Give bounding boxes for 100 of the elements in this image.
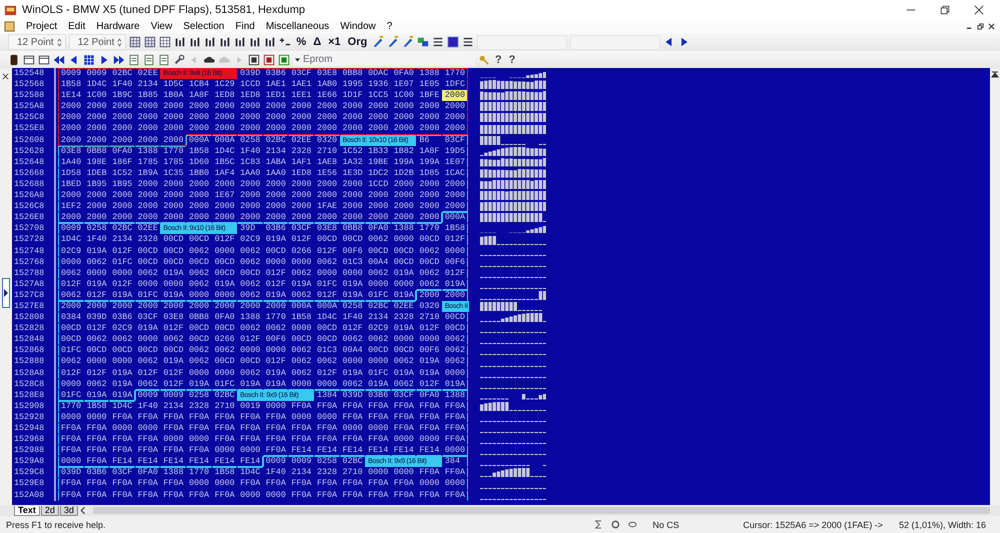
book-icon[interactable]	[8, 54, 20, 66]
wrench-icon[interactable]	[173, 54, 185, 66]
help-button[interactable]: ?	[493, 54, 504, 66]
plus-minus-icon[interactable]	[279, 36, 292, 48]
rows-icon[interactable]	[462, 36, 474, 48]
hex-cell-text: 0266	[214, 334, 236, 346]
columns-icon[interactable]	[234, 36, 246, 48]
menu-item[interactable]: Selection	[183, 21, 224, 32]
document-icon[interactable]	[143, 54, 155, 66]
hex-cell: 2000	[314, 123, 340, 135]
window-icon[interactable]	[38, 54, 50, 66]
menu-item[interactable]: Edit	[68, 21, 86, 32]
menu-item[interactable]: Window	[340, 21, 376, 32]
hex-cell-text: 1E67	[214, 190, 236, 202]
arrow-right-icon[interactable]	[113, 54, 125, 66]
hex-cell: 384	[442, 456, 468, 468]
color-swatch-icon[interactable]	[447, 36, 460, 48]
columns-icon[interactable]	[204, 36, 216, 48]
hex-cell: 2000	[390, 212, 416, 224]
hex-cell: 01FC	[134, 290, 160, 301]
hex-cell-text: 2000	[86, 112, 108, 124]
row-address: 1528C8	[13, 378, 46, 390]
caret-icon[interactable]	[295, 58, 300, 62]
restore-icon[interactable]	[977, 23, 984, 30]
framed-box-icon[interactable]	[248, 54, 260, 66]
maximize-icon[interactable]	[940, 5, 950, 15]
arrow-left-icon[interactable]	[53, 54, 65, 66]
grid-icon[interactable]	[129, 36, 142, 48]
grid-icon[interactable]	[144, 36, 156, 48]
menu-item[interactable]: Miscellaneous	[266, 21, 330, 32]
hex-cell-text: 2134	[136, 79, 159, 90]
framed-box-icon[interactable]	[263, 54, 275, 66]
hex-cell-text: 0062	[290, 356, 312, 368]
pencil-icon[interactable]	[372, 36, 384, 48]
columns-icon[interactable]	[189, 36, 202, 48]
hex-cell-text: 2328	[290, 146, 312, 157]
hex-cell: 03E8	[314, 68, 340, 80]
spinner-icon[interactable]	[117, 38, 122, 46]
table-icon[interactable]	[159, 36, 172, 48]
document-icon[interactable]	[128, 54, 140, 66]
row-address: 1527A8	[13, 278, 46, 290]
toolbar-button[interactable]: Org	[346, 36, 370, 48]
menu-item[interactable]: ?	[386, 21, 392, 32]
pencil-icon[interactable]	[402, 36, 414, 48]
hex-cell-text: 00CD	[188, 323, 210, 334]
row-address: 152608	[13, 134, 46, 146]
window-icon[interactable]	[23, 54, 35, 66]
columns-icon[interactable]	[219, 36, 232, 48]
swap-icon[interactable]	[417, 36, 430, 48]
hex-cell-text: 01C3	[316, 345, 338, 356]
view-tab[interactable]: Text	[14, 506, 40, 516]
hex-cell: 0009	[262, 456, 288, 468]
hex-cell: 2000	[134, 212, 160, 224]
view-tab[interactable]: 3d	[60, 506, 78, 516]
hex-cell-text: 1AF1	[290, 156, 312, 168]
hex-cell-text: 0000	[136, 278, 159, 290]
hex-cell-text: 00CD	[214, 356, 236, 368]
columns-icon[interactable]	[264, 36, 276, 48]
eprom-dropdown[interactable]: Eprom	[293, 53, 475, 66]
hex-cell-text: 00CD	[214, 268, 236, 279]
toolbar-button[interactable]: ×1	[326, 36, 343, 48]
menu-item[interactable]: Hardware	[96, 21, 140, 32]
hex-cell-text: FF0A	[392, 490, 415, 501]
vertical-scrollbar[interactable]	[990, 68, 1000, 505]
columns-icon[interactable]	[174, 36, 186, 48]
hex-cell-text: 019A	[162, 356, 184, 368]
help-button[interactable]: ?	[506, 54, 518, 66]
hex-cell-text: 1D85	[418, 168, 440, 179]
toolbar-button[interactable]: Δ	[311, 36, 324, 48]
hex-cell: 2000	[288, 212, 314, 224]
menu-item[interactable]: View	[150, 21, 172, 32]
columns-icon[interactable]	[249, 36, 262, 48]
rows-icon[interactable]	[432, 36, 444, 48]
document-icon[interactable]	[158, 54, 170, 66]
font-size-field[interactable]: 12 Point	[8, 34, 66, 50]
view-tab[interactable]: 2d	[40, 506, 59, 516]
horizontal-scrollbar[interactable]	[92, 507, 990, 514]
toolbar-button[interactable]: %	[294, 36, 308, 48]
hex-cell: 2000	[58, 212, 84, 224]
spinner-icon[interactable]	[56, 38, 62, 46]
hex-cell-text: 2000	[264, 190, 287, 202]
close-icon[interactable]	[2, 73, 9, 80]
row-bar-graph-drawing	[480, 80, 546, 90]
hex-cell: 2000	[416, 290, 442, 301]
scroll-top-icon[interactable]	[991, 71, 999, 79]
hex-cell-text: 1C52	[342, 146, 364, 157]
hex-cell-text: 2000	[136, 112, 159, 124]
hex-cell-text: 0000	[264, 490, 287, 501]
hex-cell-text: 0000	[111, 268, 134, 279]
close-icon[interactable]	[988, 23, 995, 30]
scroll-left-icon[interactable]	[78, 506, 88, 515]
close-icon[interactable]	[974, 5, 984, 15]
menu-item[interactable]: Find	[235, 21, 255, 32]
font-size-field[interactable]: 12 Point	[68, 34, 126, 50]
hex-cell-text: 019A	[290, 278, 312, 290]
hex-cell-text: FF0A	[86, 423, 108, 434]
hex-cell: 0000	[442, 478, 468, 490]
menu-item[interactable]: Project	[26, 21, 58, 32]
hex-cell-text: 1D4C	[214, 146, 236, 157]
pencil-icon[interactable]	[387, 36, 400, 48]
